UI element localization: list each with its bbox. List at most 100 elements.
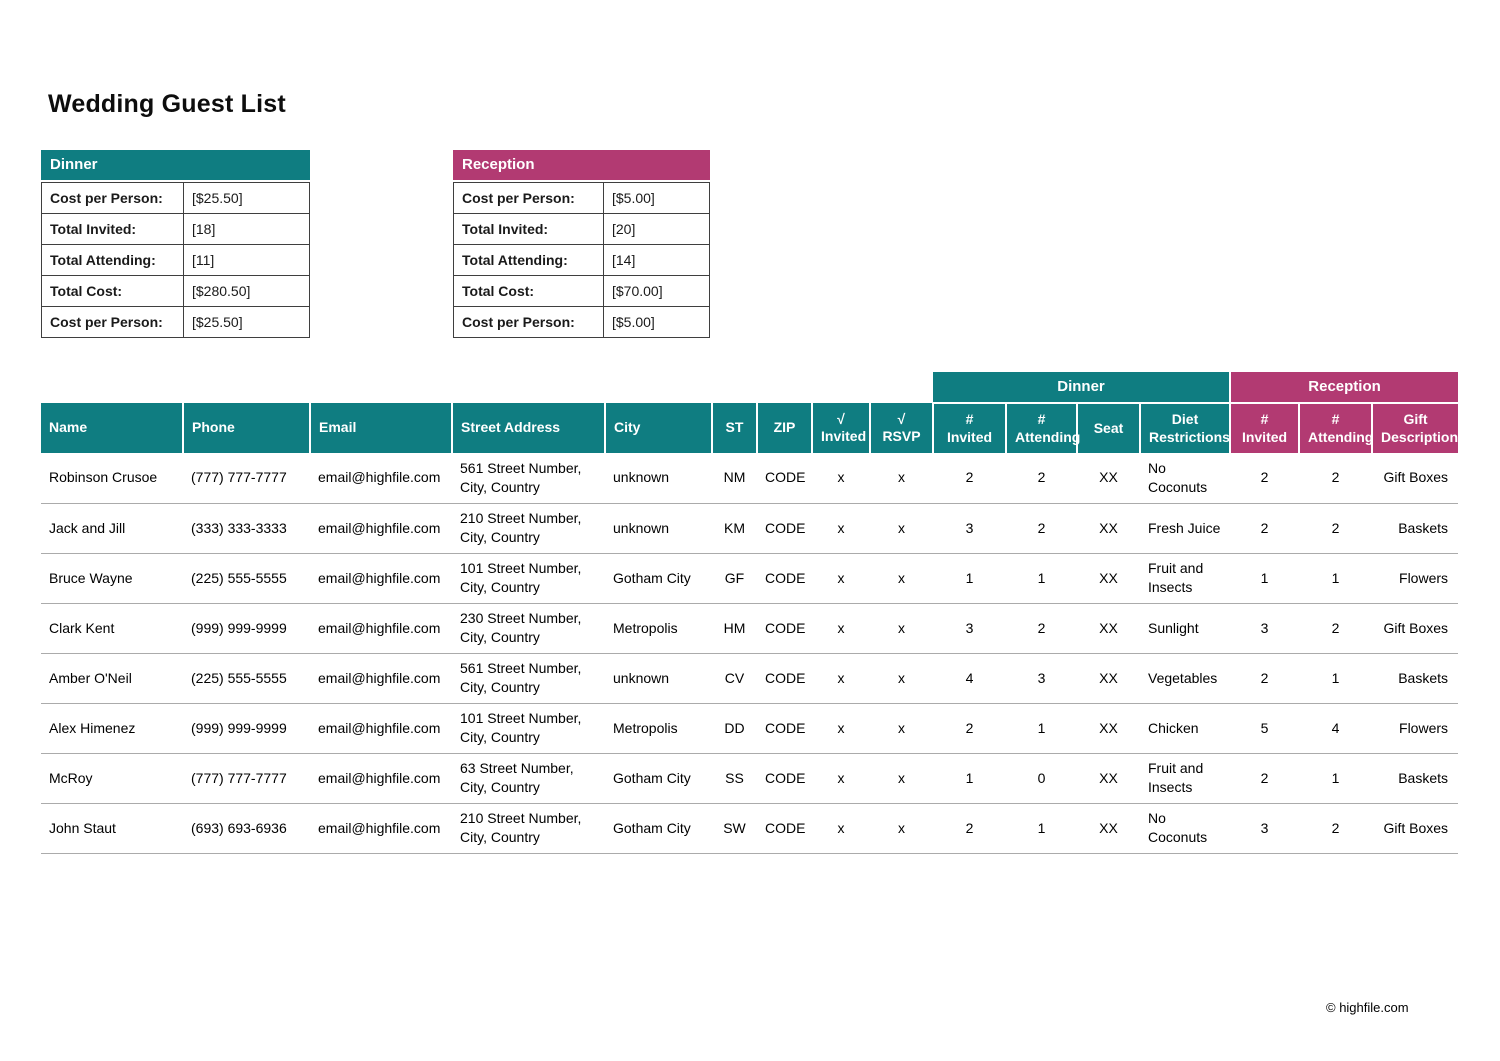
- cell-st[interactable]: GF: [712, 553, 757, 603]
- cell-dinner-invited[interactable]: 1: [933, 553, 1006, 603]
- cell-city[interactable]: Gotham City: [605, 803, 712, 853]
- cell-rsvp-check[interactable]: x: [870, 653, 933, 703]
- summary-value-field[interactable]: [$280.50]: [184, 276, 310, 307]
- cell-dinner-attending[interactable]: 2: [1006, 603, 1077, 653]
- cell-gift-description[interactable]: Baskets: [1372, 503, 1458, 553]
- cell-dinner-invited[interactable]: 3: [933, 503, 1006, 553]
- summary-value-field[interactable]: [14]: [604, 245, 710, 276]
- cell-seat[interactable]: XX: [1077, 453, 1140, 503]
- cell-phone[interactable]: (225) 555-5555: [183, 653, 310, 703]
- cell-street-address[interactable]: 230 Street Number, City, Country: [452, 603, 605, 653]
- summary-value-field[interactable]: [20]: [604, 214, 710, 245]
- summary-value-field[interactable]: [$5.00]: [604, 307, 710, 338]
- summary-value-field[interactable]: [$70.00]: [604, 276, 710, 307]
- cell-dinner-attending[interactable]: 3: [1006, 653, 1077, 703]
- cell-dinner-attending[interactable]: 1: [1006, 803, 1077, 853]
- cell-reception-attending[interactable]: 1: [1299, 753, 1372, 803]
- summary-value-field[interactable]: [18]: [184, 214, 310, 245]
- cell-invited-check[interactable]: x: [812, 453, 870, 503]
- cell-city[interactable]: Metropolis: [605, 703, 712, 753]
- cell-diet-restrictions[interactable]: No Coconuts: [1140, 453, 1230, 503]
- cell-st[interactable]: HM: [712, 603, 757, 653]
- cell-invited-check[interactable]: x: [812, 553, 870, 603]
- cell-reception-invited[interactable]: 2: [1230, 453, 1299, 503]
- cell-rsvp-check[interactable]: x: [870, 553, 933, 603]
- cell-zip[interactable]: CODE: [757, 553, 812, 603]
- cell-reception-invited[interactable]: 2: [1230, 503, 1299, 553]
- cell-dinner-attending[interactable]: 2: [1006, 453, 1077, 503]
- cell-zip[interactable]: CODE: [757, 503, 812, 553]
- cell-reception-invited[interactable]: 5: [1230, 703, 1299, 753]
- cell-street-address[interactable]: 63 Street Number, City, Country: [452, 753, 605, 803]
- cell-st[interactable]: DD: [712, 703, 757, 753]
- cell-invited-check[interactable]: x: [812, 503, 870, 553]
- cell-email[interactable]: email@highfile.com: [310, 503, 452, 553]
- cell-email[interactable]: email@highfile.com: [310, 803, 452, 853]
- summary-value-field[interactable]: [11]: [184, 245, 310, 276]
- cell-street-address[interactable]: 101 Street Number, City, Country: [452, 553, 605, 603]
- cell-diet-restrictions[interactable]: Fresh Juice: [1140, 503, 1230, 553]
- cell-phone[interactable]: (693) 693-6936: [183, 803, 310, 853]
- summary-value-field[interactable]: [$25.50]: [184, 307, 310, 338]
- cell-dinner-invited[interactable]: 3: [933, 603, 1006, 653]
- cell-dinner-attending[interactable]: 1: [1006, 553, 1077, 603]
- cell-city[interactable]: unknown: [605, 653, 712, 703]
- cell-email[interactable]: email@highfile.com: [310, 553, 452, 603]
- cell-dinner-invited[interactable]: 2: [933, 453, 1006, 503]
- cell-seat[interactable]: XX: [1077, 803, 1140, 853]
- cell-zip[interactable]: CODE: [757, 803, 812, 853]
- cell-street-address[interactable]: 101 Street Number, City, Country: [452, 703, 605, 753]
- cell-diet-restrictions[interactable]: No Coconuts: [1140, 803, 1230, 853]
- cell-reception-invited[interactable]: 2: [1230, 753, 1299, 803]
- cell-city[interactable]: Gotham City: [605, 553, 712, 603]
- cell-rsvp-check[interactable]: x: [870, 803, 933, 853]
- cell-invited-check[interactable]: x: [812, 753, 870, 803]
- summary-value-field[interactable]: [$25.50]: [184, 183, 310, 214]
- cell-city[interactable]: unknown: [605, 453, 712, 503]
- cell-email[interactable]: email@highfile.com: [310, 653, 452, 703]
- cell-dinner-attending[interactable]: 0: [1006, 753, 1077, 803]
- cell-reception-invited[interactable]: 3: [1230, 603, 1299, 653]
- cell-seat[interactable]: XX: [1077, 703, 1140, 753]
- cell-street-address[interactable]: 210 Street Number, City, Country: [452, 503, 605, 553]
- cell-phone[interactable]: (777) 777-7777: [183, 753, 310, 803]
- cell-name[interactable]: Amber O'Neil: [41, 653, 183, 703]
- cell-gift-description[interactable]: Flowers: [1372, 553, 1458, 603]
- cell-gift-description[interactable]: Baskets: [1372, 753, 1458, 803]
- cell-name[interactable]: John Staut: [41, 803, 183, 853]
- cell-zip[interactable]: CODE: [757, 603, 812, 653]
- cell-city[interactable]: unknown: [605, 503, 712, 553]
- cell-diet-restrictions[interactable]: Fruit and Insects: [1140, 553, 1230, 603]
- cell-dinner-attending[interactable]: 1: [1006, 703, 1077, 753]
- cell-seat[interactable]: XX: [1077, 503, 1140, 553]
- cell-invited-check[interactable]: x: [812, 603, 870, 653]
- cell-street-address[interactable]: 561 Street Number, City, Country: [452, 453, 605, 503]
- cell-st[interactable]: KM: [712, 503, 757, 553]
- cell-name[interactable]: Alex Himenez: [41, 703, 183, 753]
- cell-diet-restrictions[interactable]: Chicken: [1140, 703, 1230, 753]
- cell-reception-attending[interactable]: 2: [1299, 503, 1372, 553]
- cell-phone[interactable]: (999) 999-9999: [183, 703, 310, 753]
- cell-reception-attending[interactable]: 2: [1299, 803, 1372, 853]
- cell-phone[interactable]: (333) 333-3333: [183, 503, 310, 553]
- cell-reception-invited[interactable]: 3: [1230, 803, 1299, 853]
- cell-invited-check[interactable]: x: [812, 803, 870, 853]
- cell-rsvp-check[interactable]: x: [870, 453, 933, 503]
- summary-value-field[interactable]: [$5.00]: [604, 183, 710, 214]
- cell-email[interactable]: email@highfile.com: [310, 753, 452, 803]
- cell-dinner-attending[interactable]: 2: [1006, 503, 1077, 553]
- cell-name[interactable]: Bruce Wayne: [41, 553, 183, 603]
- cell-st[interactable]: CV: [712, 653, 757, 703]
- cell-street-address[interactable]: 210 Street Number, City, Country: [452, 803, 605, 853]
- cell-email[interactable]: email@highfile.com: [310, 703, 452, 753]
- cell-zip[interactable]: CODE: [757, 653, 812, 703]
- cell-diet-restrictions[interactable]: Vegetables: [1140, 653, 1230, 703]
- cell-phone[interactable]: (777) 777-7777: [183, 453, 310, 503]
- cell-seat[interactable]: XX: [1077, 653, 1140, 703]
- cell-rsvp-check[interactable]: x: [870, 503, 933, 553]
- cell-invited-check[interactable]: x: [812, 653, 870, 703]
- cell-gift-description[interactable]: Gift Boxes: [1372, 803, 1458, 853]
- cell-dinner-invited[interactable]: 4: [933, 653, 1006, 703]
- cell-gift-description[interactable]: Baskets: [1372, 653, 1458, 703]
- cell-gift-description[interactable]: Gift Boxes: [1372, 453, 1458, 503]
